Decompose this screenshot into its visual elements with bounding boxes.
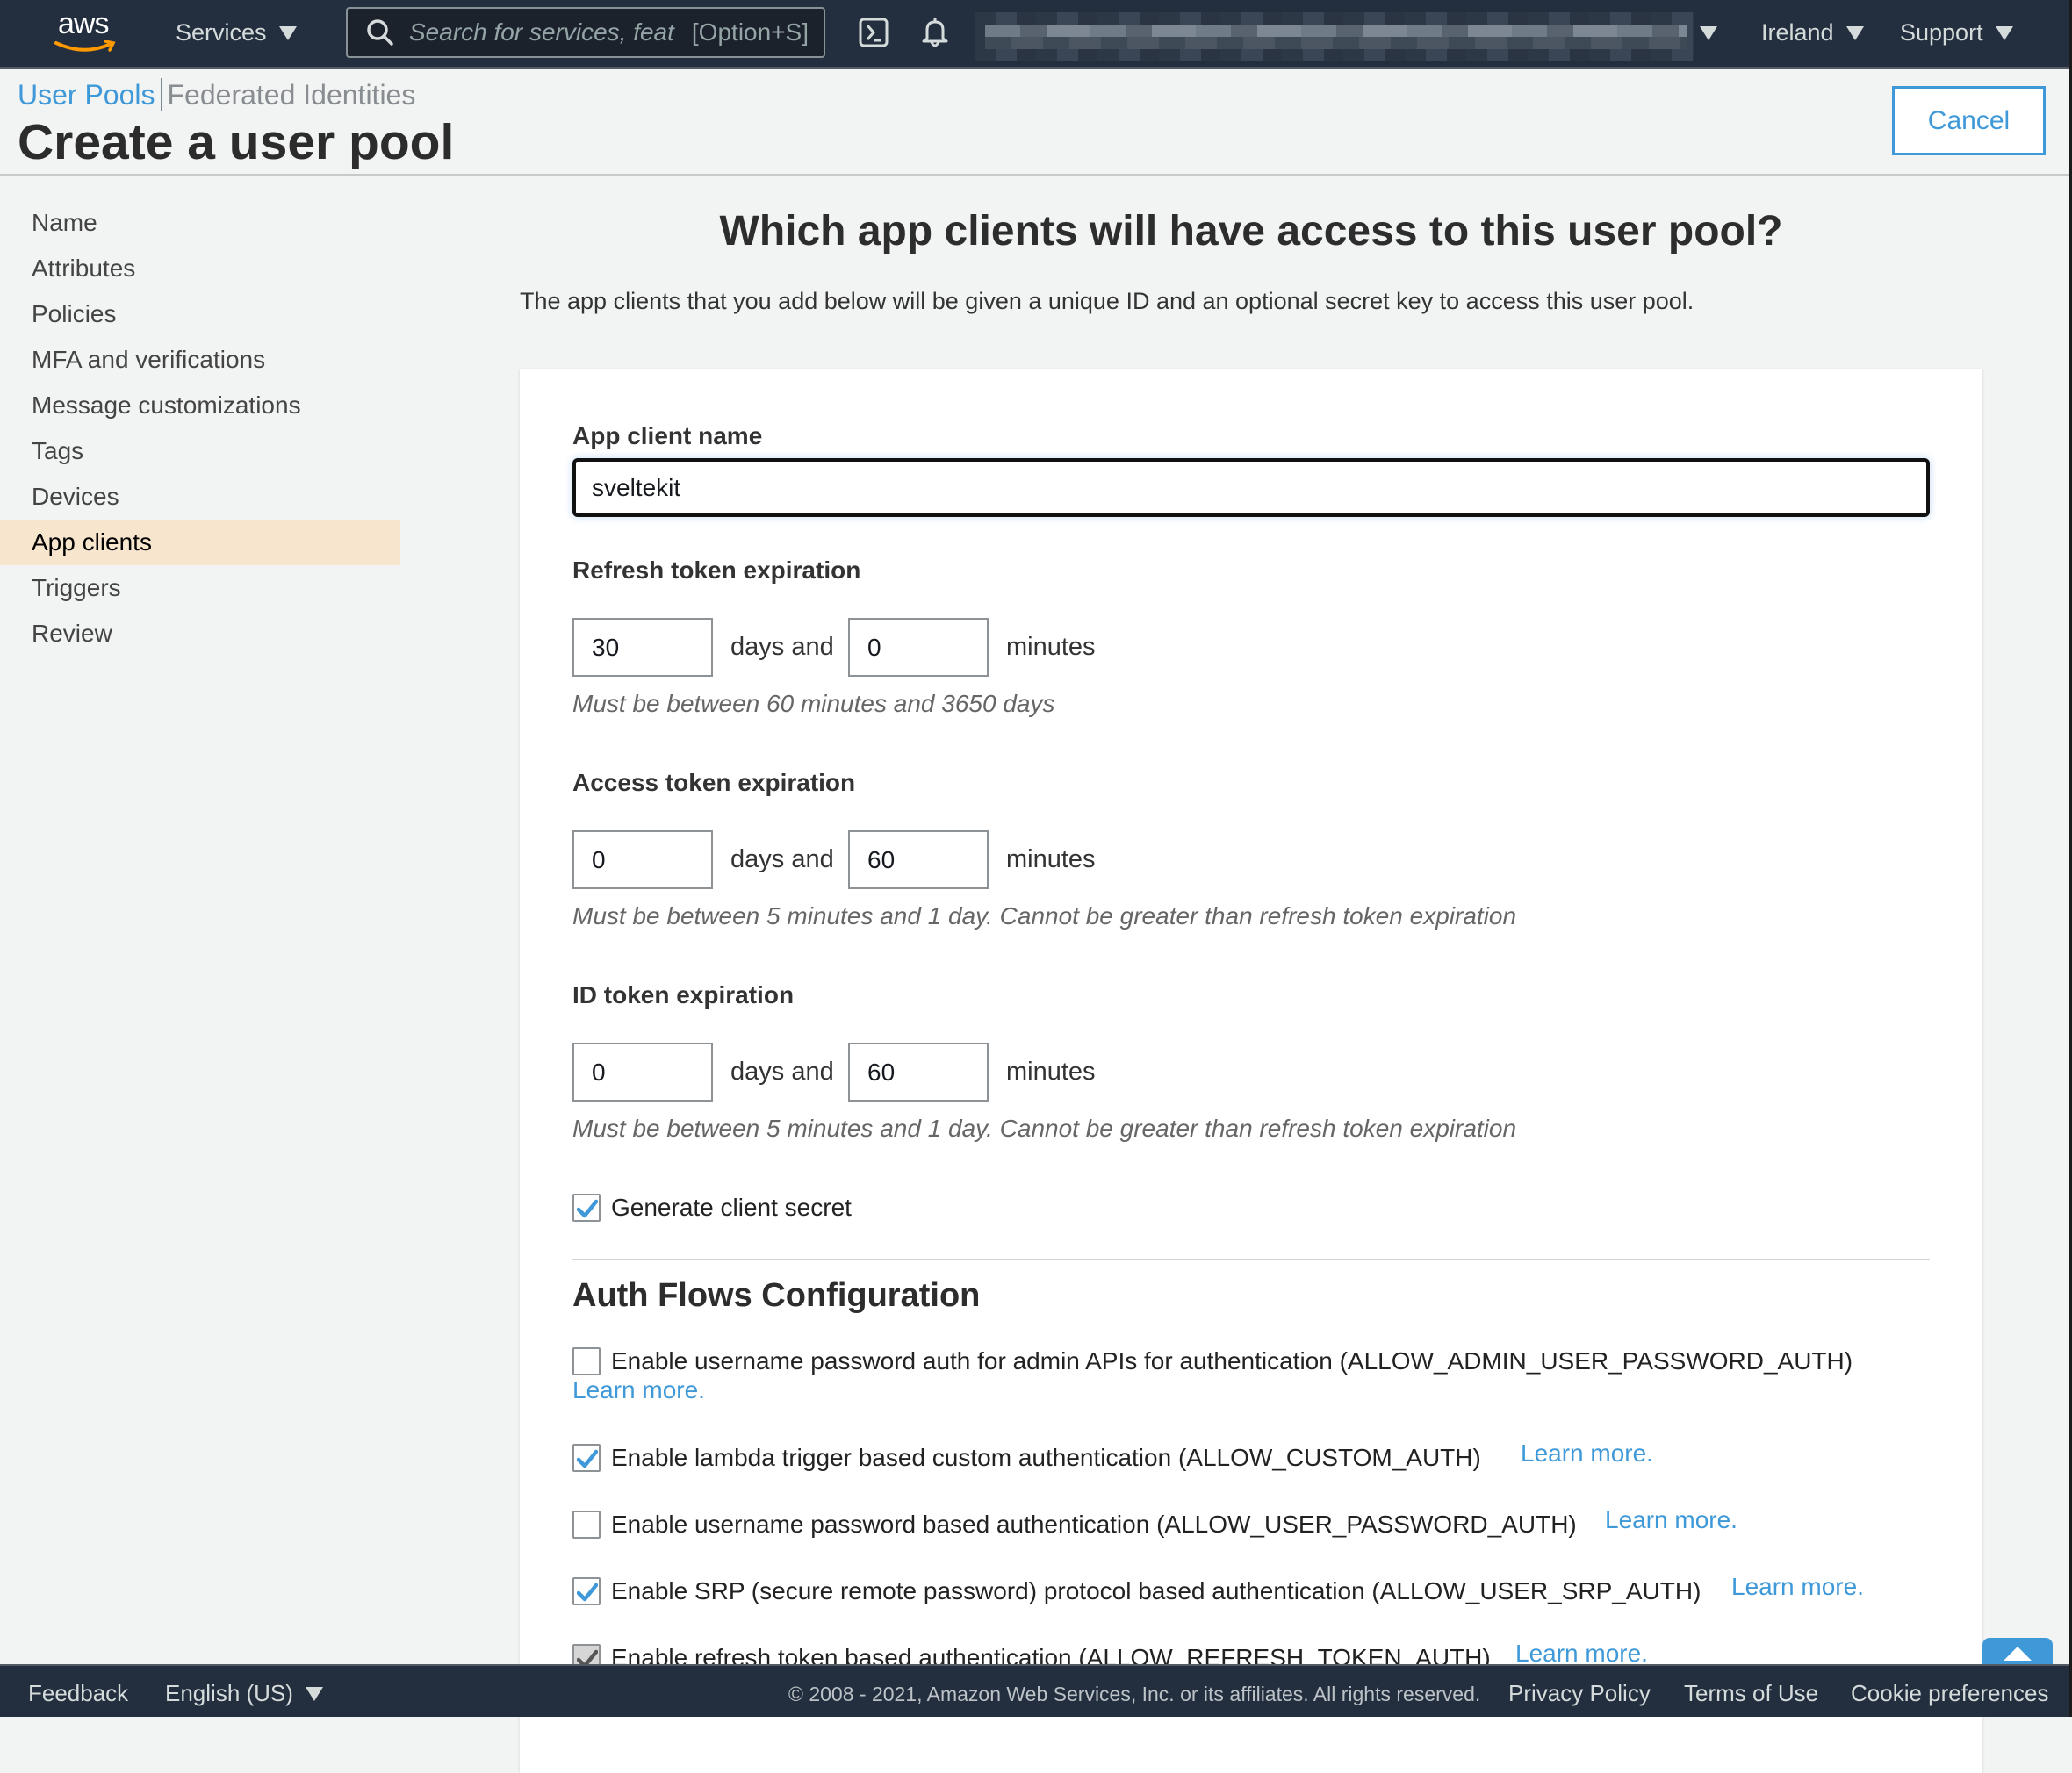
sidebar-item-app-clients[interactable]: App clients [0,520,400,565]
id-token-label: ID token expiration [572,981,795,1009]
chevron-down-icon [1845,25,1864,40]
terms-of-use-link[interactable]: Terms of Use [1684,1680,1818,1707]
sidebar-item-message-customizations[interactable]: Message customizations [0,383,400,428]
footer: Feedback English (US) © 2008 - 2021, Ama… [0,1664,2069,1717]
support-menu[interactable]: Support [1900,19,2013,47]
learn-more-link[interactable]: Learn more. [1731,1573,1864,1601]
learn-more-link[interactable]: Learn more. [1521,1439,1653,1468]
chevron-down-icon [278,25,297,40]
privacy-policy-link[interactable]: Privacy Policy [1508,1680,1651,1707]
sidebar-item-triggers[interactable]: Triggers [0,565,400,611]
search-shortcut: [Option+S] [691,18,809,46]
sidebar-item-name[interactable]: Name [0,200,400,246]
region-label: Ireland [1761,19,1834,46]
copyright-text: © 2008 - 2021, Amazon Web Services, Inc.… [788,1683,1481,1705]
allow-custom-auth-label: Enable lambda trigger based custom authe… [611,1444,1481,1471]
tab-user-pools[interactable]: User Pools [18,79,155,111]
access-token-hint: Must be between 5 minutes and 1 day. Can… [572,902,1517,930]
notifications-button[interactable] [920,14,955,54]
aws-logo[interactable]: aws [54,7,119,54]
refresh-token-days-input[interactable] [572,618,713,677]
minutes-text: minutes [1006,633,1096,661]
chevron-down-icon [1995,25,2013,40]
id-token-minutes-input[interactable] [848,1043,989,1102]
section-description: The app clients that you add below will … [520,288,1694,314]
cloudshell-button[interactable] [859,14,894,54]
sidebar-item-mfa[interactable]: MFA and verifications [0,337,400,383]
search-input[interactable]: Search for services, feat [Option+S] [346,7,825,58]
checkmark-icon [577,1583,598,1602]
wizard-steps-sidebar: Name Attributes Policies MFA and verific… [0,200,400,657]
language-selector[interactable]: English (US) [165,1680,323,1707]
section-divider [572,1259,1930,1260]
refresh-token-hint: Must be between 60 minutes and 3650 days [572,690,1055,717]
search-icon [367,19,393,46]
app-client-name-input[interactable] [572,458,1930,517]
allow-admin-user-password-auth-label: Enable username password auth for admin … [611,1347,1853,1375]
access-token-minutes-input[interactable] [848,830,989,889]
checkmark-icon [577,1199,598,1218]
generate-secret-checkbox[interactable] [572,1194,601,1222]
access-token-label: Access token expiration [572,769,856,796]
account-chevron-down-icon[interactable] [1700,26,1717,40]
allow-user-srp-auth-label: Enable SRP (secure remote password) prot… [611,1577,1701,1604]
allow-admin-user-password-auth-checkbox[interactable] [572,1347,601,1375]
allow-user-password-auth-checkbox[interactable] [572,1511,601,1539]
sidebar-item-policies[interactable]: Policies [0,291,400,337]
minutes-text: minutes [1006,845,1096,873]
breadcrumb: User Pools Federated Identities [18,78,415,111]
allow-custom-auth-checkbox[interactable] [572,1444,601,1472]
search-placeholder: Search for services, feat [409,18,674,46]
days-and-text: days and [730,845,834,873]
days-and-text: days and [730,633,834,661]
sidebar-item-review[interactable]: Review [0,611,400,657]
refresh-token-label: Refresh token expiration [572,556,861,584]
tab-federated-identities[interactable]: Federated Identities [168,79,416,111]
aws-smile-icon [54,40,116,52]
page-title: Create a user pool [18,114,455,170]
arrow-up-icon [2004,1647,2032,1661]
top-navigation-bar: aws Services Search for services, feat [… [0,0,2072,69]
aws-logo-text: aws [58,7,109,40]
days-and-text: days and [730,1058,834,1086]
chevron-down-icon [305,1686,323,1701]
services-label: Services [176,19,267,46]
feedback-link[interactable]: Feedback [28,1680,128,1707]
sidebar-item-attributes[interactable]: Attributes [0,246,400,291]
support-label: Support [1900,19,1983,46]
generate-secret-label: Generate client secret [611,1194,852,1221]
allow-user-srp-auth-checkbox[interactable] [572,1577,601,1605]
services-menu[interactable]: Services [176,19,297,47]
region-menu[interactable]: Ireland [1761,19,1864,47]
checkmark-icon [577,1449,598,1468]
id-token-hint: Must be between 5 minutes and 1 day. Can… [572,1115,1517,1142]
refresh-token-minutes-input[interactable] [848,618,989,677]
redacted-text [985,37,1687,49]
app-client-name-label: App client name [572,422,763,449]
cancel-button[interactable]: Cancel [1892,86,2046,155]
bell-icon [922,18,948,47]
account-menu-redacted[interactable] [975,12,1694,61]
sidebar-item-tags[interactable]: Tags [0,428,400,474]
page-header: User Pools Federated Identities Create a… [0,69,2072,176]
language-label: English (US) [165,1680,293,1706]
cookie-preferences-link[interactable]: Cookie preferences [1851,1680,2048,1707]
breadcrumb-divider [160,78,162,111]
sidebar-item-devices[interactable]: Devices [0,474,400,520]
cloudshell-icon [859,18,889,47]
auth-flows-heading: Auth Flows Configuration [572,1277,981,1314]
access-token-days-input[interactable] [572,830,713,889]
learn-more-link[interactable]: Learn more. [1605,1506,1737,1534]
section-heading: Which app clients will have access to th… [719,208,1783,255]
allow-user-password-auth-label: Enable username password based authentic… [611,1511,1577,1538]
redacted-text [985,25,1687,37]
minutes-text: minutes [1006,1058,1096,1086]
learn-more-link[interactable]: Learn more. [572,1376,705,1404]
id-token-days-input[interactable] [572,1043,713,1102]
